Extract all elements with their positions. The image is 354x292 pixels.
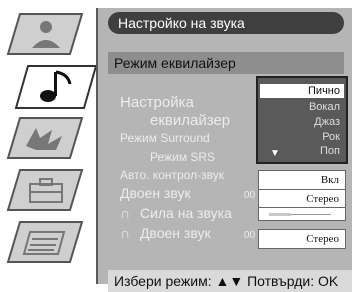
volume-slider[interactable] <box>258 207 346 221</box>
dropdown-option-selected[interactable]: Пично <box>260 84 344 98</box>
dual-sound-number: 00 <box>244 190 256 201</box>
equalizer-mode-bar[interactable]: Режим еквилайзер <box>108 52 344 74</box>
document-icon <box>6 221 84 263</box>
dropdown-option[interactable]: Вокал <box>309 100 340 114</box>
srs-mode-label[interactable]: Режим SRS <box>150 150 215 164</box>
headphone-icon: ∩ <box>120 225 131 241</box>
auto-volume-value[interactable]: Вкл <box>258 170 346 190</box>
tab-channels[interactable] <box>6 116 84 160</box>
volume-row[interactable]: ∩ Сила на звука <box>120 205 232 221</box>
dual-sound-label[interactable]: Двоен звук <box>120 185 191 201</box>
dual-sound-2-value[interactable]: Стерео <box>258 229 346 249</box>
equalizer-setting-label-2[interactable]: еквилайзер <box>150 112 230 129</box>
tab-sound[interactable] <box>14 64 98 109</box>
dropdown-option[interactable]: Рок <box>322 130 340 144</box>
dual-sound-2-row[interactable]: ∩ Двоен звук <box>120 225 211 241</box>
toolbox-icon <box>6 169 84 211</box>
page-title: Настройко на звука <box>108 12 344 34</box>
headphone-icon: ∩ <box>120 205 131 221</box>
tab-settings[interactable] <box>6 220 84 264</box>
sidebar-menu <box>0 0 98 286</box>
equalizer-setting-label[interactable]: Настройка <box>120 94 194 111</box>
stars-icon <box>6 117 84 159</box>
scroll-down-icon[interactable]: ▼ <box>270 148 280 159</box>
dropdown-option[interactable]: Поп <box>320 144 340 158</box>
dual-sound-2-number: 00 <box>244 230 256 241</box>
tab-features[interactable] <box>6 168 84 212</box>
music-note-icon <box>14 65 98 109</box>
tab-picture[interactable] <box>6 12 84 56</box>
footer-hint: Избери режим: ▲▼ Потвърди: OK <box>108 270 352 292</box>
volume-label: Сила на звука <box>139 205 232 221</box>
surround-mode-label[interactable]: Режим Surround <box>120 131 210 145</box>
auto-volume-label[interactable]: Авто. контрол-звук <box>120 168 224 182</box>
dropdown-option[interactable]: Джаз <box>314 115 340 129</box>
person-icon <box>6 13 84 55</box>
equalizer-dropdown[interactable]: Пично Вокал Джаз Рок Поп ▼ <box>256 76 348 164</box>
dual-sound-value[interactable]: Стерео <box>258 189 346 209</box>
slider-fill <box>269 213 291 216</box>
dual-sound-2-label: Двоен звук <box>139 225 211 241</box>
